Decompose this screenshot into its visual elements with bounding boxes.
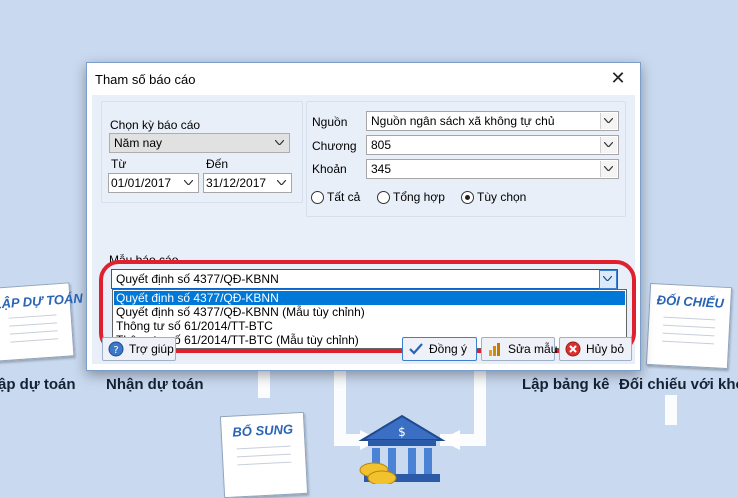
option-all-radio[interactable]: Tất cả: [311, 190, 371, 206]
option-custom-label: Tùy chọn: [477, 190, 527, 204]
to-date-picker[interactable]: 31/12/2017: [203, 173, 292, 193]
calendar-dropdown-icon[interactable]: [274, 175, 290, 191]
to-date-value: 31/12/2017: [206, 176, 267, 190]
dropdown-option[interactable]: Quyết định số 4377/QĐ-KBNN (Mẫu tùy chỉn…: [114, 305, 625, 319]
period-value: Năm nay: [114, 136, 163, 150]
option-all-label: Tất cả: [327, 190, 361, 204]
chevron-down-icon: [600, 137, 617, 153]
doi-chieu-card-title: ĐỐI CHIẾU: [656, 292, 725, 311]
edit-template-label: Sửa mẫu: [508, 342, 558, 356]
template-select[interactable]: Quyết định số 4377/QĐ-KBNN: [111, 269, 618, 289]
help-label: Trợ giúp: [129, 342, 174, 356]
chevron-down-icon: [599, 270, 617, 289]
to-label: Đến: [206, 157, 229, 171]
dialog-title: Tham số báo cáo: [95, 72, 196, 87]
dropdown-option[interactable]: Thông tư số 61/2014/TT-BTC: [114, 319, 625, 333]
source-select[interactable]: Nguồn ngân sách xã không tự chủ: [366, 111, 619, 131]
item-label: Khoản: [312, 162, 347, 176]
dialog-body: Chọn kỳ báo cáo Năm nay Từ Đến 01/01/201…: [92, 95, 636, 364]
calendar-dropdown-icon[interactable]: [181, 175, 197, 191]
lap-du-toan-card-title: LẬP DỰ TOÁN: [0, 290, 84, 312]
ok-button[interactable]: Đồng ý: [402, 337, 477, 361]
from-label: Từ: [111, 157, 127, 171]
source-value: Nguồn ngân sách xã không tự chủ: [371, 114, 555, 128]
close-button[interactable]: ✕: [596, 63, 640, 95]
doi-chieu-label: Đối chiếu với kho bạ: [619, 376, 738, 393]
radio-selected-icon: [461, 191, 474, 204]
cancel-label: Hủy bỏ: [586, 342, 625, 356]
chapter-label: Chương: [312, 139, 357, 153]
from-date-picker[interactable]: 01/01/2017: [108, 173, 199, 193]
lap-bang-ke-label: Lập bảng kê: [522, 376, 610, 393]
option-summary-radio[interactable]: Tổng hợp: [377, 190, 452, 206]
chevron-down-icon: [600, 161, 617, 177]
chapter-value: 805: [371, 138, 392, 152]
item-select[interactable]: 345: [366, 159, 619, 179]
check-icon: [409, 343, 423, 355]
item-value: 345: [371, 162, 392, 176]
treasury-bank-icon: $: [358, 414, 446, 484]
source-label: Nguồn: [312, 115, 348, 129]
help-button[interactable]: ? Trợ giúp: [102, 337, 176, 361]
bo-sung-card: BỔ SUNG: [219, 411, 309, 498]
nhan-du-toan-label: Nhận dự toán: [106, 376, 204, 393]
bo-sung-card-title: BỔ SUNG: [232, 421, 294, 440]
dropdown-option[interactable]: Quyết định số 4377/QĐ-KBNN: [114, 291, 625, 305]
option-custom-radio[interactable]: Tùy chọn: [461, 190, 536, 206]
ok-label: Đồng ý: [429, 342, 468, 356]
lap-du-toan-card: LẬP DỰ TOÁN: [0, 282, 84, 362]
lap-du-toan-label: ập dự toán: [0, 376, 76, 393]
help-icon: ?: [108, 341, 124, 357]
template-value: Quyết định số 4377/QĐ-KBNN: [116, 272, 279, 286]
chevron-down-icon: [272, 135, 288, 151]
radio-icon: [377, 191, 390, 204]
edit-template-button[interactable]: Sửa mẫu: [481, 337, 558, 361]
period-select[interactable]: Năm nay: [109, 133, 290, 153]
dialog-titlebar[interactable]: Tham số báo cáo ✕: [87, 63, 640, 95]
radio-icon: [311, 191, 324, 204]
cancel-button[interactable]: Hủy bỏ: [559, 337, 632, 361]
chapter-select[interactable]: 805: [366, 135, 619, 155]
svg-text:?: ?: [113, 345, 118, 356]
period-label: Chọn kỳ báo cáo: [110, 118, 201, 132]
svg-text:$: $: [398, 425, 406, 439]
report-parameters-dialog: Tham số báo cáo ✕ Chọn kỳ báo cáo Năm na…: [86, 62, 641, 371]
from-date-value: 01/01/2017: [111, 176, 172, 190]
doi-chieu-card: ĐỐI CHIẾU: [645, 282, 733, 370]
chart-edit-icon: [489, 343, 500, 356]
close-icon: ✕: [610, 68, 626, 89]
cancel-icon: [565, 341, 581, 357]
chevron-down-icon: [600, 113, 617, 129]
template-label: Mẫu báo cáo: [109, 254, 179, 264]
option-summary-label: Tổng hợp: [393, 190, 445, 204]
